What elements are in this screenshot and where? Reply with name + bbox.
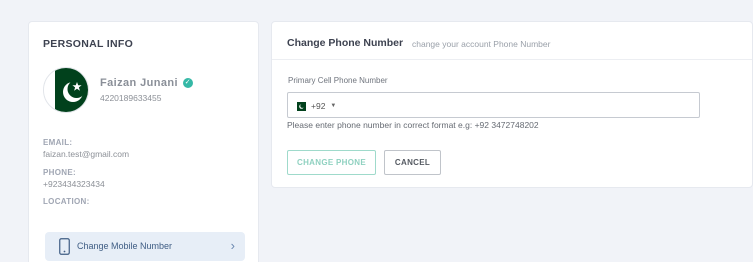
phone-label: PHONE: (43, 168, 76, 177)
change-mobile-number-label: Change Mobile Number (77, 241, 173, 251)
pakistan-flag-icon (44, 68, 88, 112)
change-mobile-number-button[interactable]: Change Mobile Number › (45, 232, 245, 261)
primary-phone-label: Primary Cell Phone Number (288, 76, 388, 85)
email-value: faizan.test@gmail.com (43, 149, 130, 159)
country-code-selector[interactable]: +92 ▼ (294, 99, 336, 113)
personal-info-card: PERSONAL INFO Faizan Junani ✓ 4220189633… (28, 21, 259, 262)
change-phone-subtitle: change your account Phone Number (412, 39, 551, 49)
verified-check-icon: ✓ (182, 78, 193, 88)
chevron-right-icon: › (230, 238, 235, 253)
personal-info-title: PERSONAL INFO (43, 38, 134, 50)
change-phone-card: Change Phone Number change your account … (271, 21, 753, 188)
change-phone-title: Change Phone Number (287, 37, 404, 49)
chevron-down-icon: ▼ (330, 103, 337, 109)
phone-input-field[interactable]: +92 ▼ (287, 92, 700, 118)
pakistan-flag-icon (294, 101, 306, 111)
change-phone-header: Change Phone Number change your account … (272, 22, 752, 60)
user-name: Faizan Junani ✓ (100, 77, 193, 89)
mobile-phone-icon (59, 238, 70, 260)
phone-value: +923434323434 (43, 179, 105, 189)
avatar (43, 67, 89, 113)
email-label: EMAIL: (43, 138, 73, 147)
country-code: +92 (311, 101, 326, 111)
cancel-button[interactable]: CANCEL (384, 150, 441, 175)
phone-format-hint: Please enter phone number in correct for… (287, 120, 539, 130)
user-name-text: Faizan Junani (100, 77, 178, 89)
location-label: LOCATION: (43, 197, 90, 206)
change-phone-button[interactable]: CHANGE PHONE (287, 150, 376, 175)
user-id-number: 4220189633455 (100, 93, 162, 103)
